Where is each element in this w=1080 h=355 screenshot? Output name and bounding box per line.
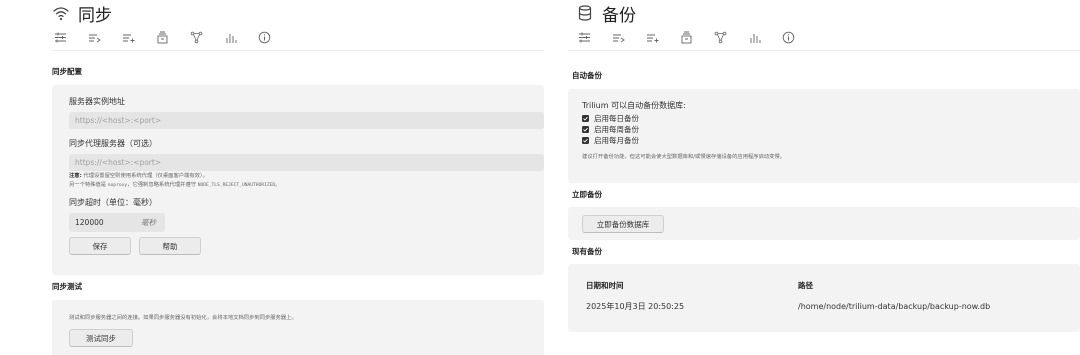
list-arrow-icon[interactable]: [610, 30, 627, 44]
sync-test-card: 测试和同步服务器之间的连接。如果同步服务器没有初始化，会将本地文档同步到同步服务…: [52, 300, 544, 355]
server-url-input[interactable]: https://<host>:<port>: [69, 112, 544, 129]
nodes-icon[interactable]: [188, 30, 205, 44]
monthly-backup-option[interactable]: 启用每月备份: [582, 135, 1080, 146]
page-title: 备份: [602, 5, 636, 26]
note2-a: 另一个特殊值是: [69, 182, 108, 188]
backup-date: 2025年10月3日 20:50:25: [586, 301, 685, 311]
backup-title-bar: 备份: [576, 1, 1080, 26]
path-column-header: 路径: [798, 281, 813, 290]
help-button[interactable]: 帮助: [139, 237, 201, 255]
sliders-icon[interactable]: [52, 30, 69, 44]
tls-code: NODE_TLS_REJECT_UNAUTHORIZED: [197, 183, 276, 188]
daily-backup-label: 启用每日备份: [594, 114, 639, 123]
sync-title-bar: 同步: [52, 1, 544, 26]
divider: [568, 50, 1080, 51]
daily-backup-option[interactable]: 启用每日备份: [582, 113, 1080, 124]
sync-actions: 保存 帮助: [69, 237, 544, 255]
info-icon[interactable]: [780, 30, 797, 44]
note2-c: 。: [275, 182, 281, 188]
table-row: 2025年10月3日 20:50:25 /home/node/trilium-d…: [586, 295, 1080, 317]
timeout-input[interactable]: 120000 毫秒: [69, 213, 165, 232]
timeout-unit: 毫秒: [141, 218, 156, 227]
proxy-label: 同步代理服务器（可选）: [69, 139, 157, 148]
checkbox-checked-icon[interactable]: [582, 126, 589, 133]
save-button[interactable]: 保存: [69, 237, 131, 255]
backup-path: /home/node/trilium-data/backup/backup-no…: [798, 301, 991, 311]
timeout-label: 同步超时（单位：毫秒）: [69, 198, 157, 207]
list-plus-icon[interactable]: [644, 30, 661, 44]
note2-b: ，它强制忽略系统代理并遵守: [127, 182, 198, 188]
sync-panel: 同步 同步配置 服务器实例地址 https://<host>:<port> 同步…: [52, 0, 544, 355]
info-icon[interactable]: [256, 30, 273, 44]
list-plus-icon[interactable]: [120, 30, 137, 44]
page: 同步 同步配置 服务器实例地址 https://<host>:<port> 同步…: [0, 0, 1080, 355]
server-url-label: 服务器实例地址: [69, 97, 125, 106]
wifi-icon: [52, 4, 70, 22]
checkbox-checked-icon[interactable]: [582, 115, 589, 122]
auto-backup-card: Trilium 可以自动备份数据库: 启用每日备份 启用每周备份 启用每月备份 …: [568, 89, 1080, 183]
table-header: 日期和时间 路径: [586, 264, 1080, 295]
sync-config-card: 服务器实例地址 https://<host>:<port> 同步代理服务器（可选…: [52, 85, 544, 275]
test-sync-button[interactable]: 测试同步: [69, 329, 133, 347]
noproxy-code: noproxy: [107, 183, 128, 188]
existing-backups-heading: 现有备份: [572, 247, 602, 256]
options-toolbar: [576, 27, 1080, 47]
divider: [52, 50, 544, 51]
auto-backup-hint: 建议打开备份功能，但这可能会使大型数据库和/或慢速存储设备的应用程序启动变慢。: [582, 154, 786, 160]
weekly-backup-label: 启用每周备份: [594, 125, 639, 134]
bar-chart-icon[interactable]: [222, 30, 239, 44]
archive-icon[interactable]: [154, 30, 171, 44]
sync-test-heading: 同步测试: [52, 282, 82, 291]
backup-panel: 备份 自动备份 Trilium 可以自动备份数据库: 启用每日备份 启用每周备份: [568, 0, 1080, 355]
proxy-note: 注意: 代理设置留空则使用系统代理（仅桌面客户端有效）。: [69, 172, 544, 181]
auto-backup-heading: 自动备份: [572, 71, 602, 80]
checkbox-checked-icon[interactable]: [582, 137, 589, 144]
page-title: 同步: [78, 5, 112, 26]
timeout-value: 120000: [75, 218, 104, 227]
archive-icon[interactable]: [678, 30, 695, 44]
proxy-note-2: 另一个特殊值是 noproxy，它强制忽略系统代理并遵守 NODE_TLS_RE…: [69, 181, 544, 190]
sync-test-description: 测试和同步服务器之间的连接。如果同步服务器没有初始化，会将本地文档同步到同步服务…: [69, 315, 297, 321]
note-text: 代理设置留空则使用系统代理（仅桌面客户端有效）。: [81, 173, 208, 179]
sync-config-heading: 同步配置: [52, 67, 82, 76]
monthly-backup-label: 启用每月备份: [594, 136, 639, 145]
database-icon: [576, 4, 594, 22]
backup-now-button[interactable]: 立即备份数据库: [582, 215, 664, 233]
list-arrow-icon[interactable]: [86, 30, 103, 44]
backup-now-heading: 立即备份: [572, 190, 602, 199]
date-column-header: 日期和时间: [586, 281, 624, 290]
weekly-backup-option[interactable]: 启用每周备份: [582, 124, 1080, 135]
options-toolbar: [52, 27, 544, 47]
bar-chart-icon[interactable]: [746, 30, 763, 44]
auto-backup-intro: Trilium 可以自动备份数据库:: [582, 101, 686, 110]
note-prefix: 注意:: [69, 173, 82, 179]
sliders-icon[interactable]: [576, 30, 593, 44]
existing-backups-table: 日期和时间 路径 2025年10月3日 20:50:25 /home/node/…: [568, 264, 1080, 332]
nodes-icon[interactable]: [712, 30, 729, 44]
backup-now-card: 立即备份数据库: [568, 207, 1080, 240]
proxy-input[interactable]: https://<host>:<port>: [69, 154, 544, 171]
